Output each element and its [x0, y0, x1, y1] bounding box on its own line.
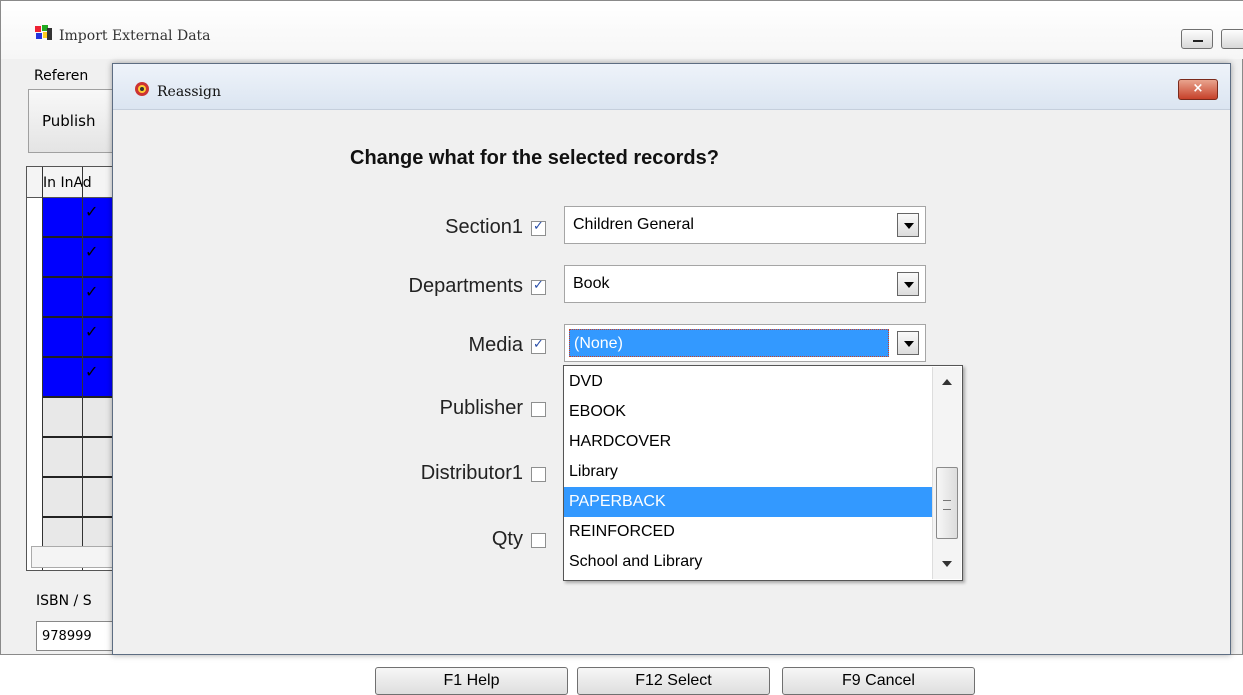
cancel-button[interactable]: F9 Cancel — [782, 667, 975, 695]
scroll-up-icon[interactable] — [942, 379, 952, 385]
chevron-down-icon[interactable] — [897, 331, 919, 355]
publisher-button-label: Publish — [42, 112, 96, 130]
outer-title-bar: Import External Data — [1, 1, 1243, 59]
dropdown-scrollbar[interactable] — [932, 367, 961, 579]
select-button-label: F12 Select — [635, 672, 712, 689]
section1-checkbox[interactable] — [531, 219, 546, 236]
grid-horizontal-scrollbar[interactable] — [31, 546, 121, 568]
distributor1-label: Distributor1 — [420, 462, 523, 484]
media-option[interactable]: HARDCOVER — [564, 427, 932, 457]
media-dropdown-list[interactable]: DVD EBOOK HARDCOVER Library PAPERBACK RE… — [563, 365, 963, 581]
section1-label: Section1 — [445, 216, 523, 238]
isbn-input-value: 978999 — [42, 629, 92, 644]
grid-header-label: In InAd — [43, 175, 92, 191]
qty-checkbox[interactable] — [531, 533, 546, 548]
media-option-selected[interactable]: PAPERBACK — [564, 487, 932, 517]
media-option[interactable]: REINFORCED — [564, 517, 932, 547]
distributor1-checkbox[interactable] — [531, 467, 546, 482]
help-button-label: F1 Help — [443, 672, 500, 689]
close-icon: × — [1192, 81, 1204, 96]
media-value: (None) — [569, 329, 889, 357]
departments-label: Departments — [408, 275, 524, 297]
grid-column-divider — [82, 167, 83, 570]
chevron-down-icon[interactable] — [897, 213, 919, 237]
close-button[interactable]: × — [1178, 79, 1218, 100]
media-checkbox[interactable] — [531, 337, 546, 354]
publisher-checkbox[interactable] — [531, 402, 546, 417]
help-button[interactable]: F1 Help — [375, 667, 568, 695]
departments-combo[interactable]: Book — [564, 265, 926, 303]
media-option[interactable]: DVD — [564, 367, 932, 397]
departments-value: Book — [573, 275, 610, 292]
isbn-label: ISBN / S — [36, 593, 92, 609]
dialog-title-bar: Reassign × — [113, 64, 1230, 110]
records-grid[interactable]: In InAd ✓ ✓ ✓ ✓ ✓ — [26, 166, 126, 571]
qty-label: Qty — [491, 528, 523, 550]
dialog-title: Reassign — [157, 84, 221, 100]
check-icon: ✓ — [85, 282, 99, 301]
minimize-icon — [1193, 40, 1203, 42]
dialog-app-icon — [135, 82, 149, 96]
departments-checkbox[interactable] — [531, 278, 546, 295]
media-option[interactable]: School and Library — [564, 547, 932, 577]
media-option[interactable]: Library — [564, 457, 932, 487]
reference-label: Referen — [34, 68, 89, 84]
check-icon: ✓ — [85, 362, 99, 381]
dialog-question: Change what for the selected records? — [350, 147, 719, 169]
publisher-label: Publisher — [439, 397, 523, 419]
media-option[interactable]: EBOOK — [564, 397, 932, 427]
maximize-button[interactable] — [1221, 29, 1243, 49]
cancel-button-label: F9 Cancel — [842, 672, 915, 689]
scroll-down-icon[interactable] — [942, 561, 952, 567]
scroll-thumb[interactable] — [936, 467, 958, 539]
grid-column-divider — [42, 167, 43, 570]
chevron-down-icon[interactable] — [897, 272, 919, 296]
outer-window-title: Import External Data — [59, 28, 211, 44]
select-button[interactable]: F12 Select — [577, 667, 770, 695]
check-icon: ✓ — [85, 202, 99, 221]
app-icon — [35, 25, 52, 40]
section1-combo[interactable]: Children General — [564, 206, 926, 244]
minimize-button[interactable] — [1181, 29, 1213, 49]
media-combo[interactable]: (None) — [564, 324, 926, 362]
grip-icon — [943, 500, 951, 510]
media-label: Media — [468, 334, 523, 356]
check-icon: ✓ — [85, 242, 99, 261]
section1-value: Children General — [573, 216, 694, 233]
check-icon: ✓ — [85, 322, 99, 341]
